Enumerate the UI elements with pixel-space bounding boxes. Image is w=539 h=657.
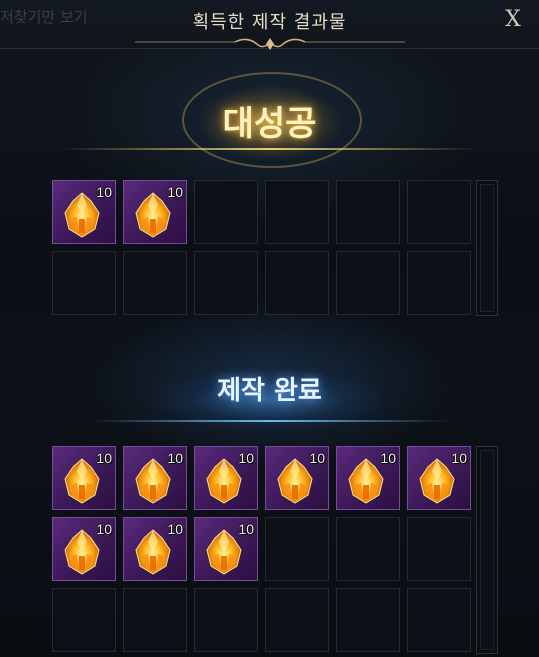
item-slot[interactable]: 10 [407, 446, 471, 510]
item-slot[interactable]: 10 [265, 446, 329, 510]
close-button[interactable]: X [497, 6, 529, 34]
item-slot[interactable]: 10 [52, 446, 116, 510]
empty-slot [336, 588, 400, 652]
item-count: 10 [167, 521, 183, 537]
empty-slot [52, 251, 116, 315]
empty-slot [265, 517, 329, 581]
crafting-results-window: 저찾기만 보기 획득한 제작 결과물 X 대성공 10 10 제작 완료 10 … [0, 0, 539, 657]
great-success-label: 대성공 [222, 104, 317, 144]
empty-slot [407, 517, 471, 581]
great-success-scrollbar[interactable] [476, 180, 498, 316]
item-slot[interactable]: 10 [194, 517, 258, 581]
craft-complete-scrollbar[interactable] [476, 446, 498, 654]
item-slot[interactable]: 10 [123, 180, 187, 244]
item-count: 10 [167, 450, 183, 466]
empty-slot [407, 588, 471, 652]
empty-slot [265, 180, 329, 244]
item-slot[interactable]: 10 [123, 517, 187, 581]
item-count: 10 [238, 450, 254, 466]
item-count: 10 [451, 450, 467, 466]
window-header: 저찾기만 보기 획득한 제작 결과물 X [0, 0, 539, 50]
empty-slot [123, 588, 187, 652]
great-success-banner: 대성공 [0, 68, 539, 168]
item-slot[interactable]: 10 [336, 446, 400, 510]
great-success-divider [60, 148, 480, 150]
empty-slot [265, 588, 329, 652]
item-count: 10 [238, 521, 254, 537]
empty-slot [407, 251, 471, 315]
title-ornament-icon [135, 38, 405, 50]
empty-slot [336, 180, 400, 244]
item-count: 10 [96, 450, 112, 466]
craft-complete-banner: 제작 완료 [0, 350, 539, 440]
scrollbar-track [480, 450, 494, 650]
empty-slot [336, 251, 400, 315]
item-count: 10 [96, 521, 112, 537]
empty-slot [265, 251, 329, 315]
empty-slot [194, 180, 258, 244]
window-title: 획득한 제작 결과물 [192, 12, 347, 33]
item-count: 10 [309, 450, 325, 466]
item-slot[interactable]: 10 [194, 446, 258, 510]
craft-complete-divider [90, 420, 450, 422]
item-count: 10 [96, 184, 112, 200]
item-slot[interactable]: 10 [52, 517, 116, 581]
empty-slot [194, 251, 258, 315]
empty-slot [336, 517, 400, 581]
empty-slot [52, 588, 116, 652]
item-count: 10 [167, 184, 183, 200]
scrollbar-track [480, 184, 494, 312]
item-slot[interactable]: 10 [123, 446, 187, 510]
craft-complete-label: 제작 완료 [217, 376, 322, 406]
empty-slot [407, 180, 471, 244]
empty-slot [123, 251, 187, 315]
item-slot[interactable]: 10 [52, 180, 116, 244]
empty-slot [194, 588, 258, 652]
item-count: 10 [380, 450, 396, 466]
